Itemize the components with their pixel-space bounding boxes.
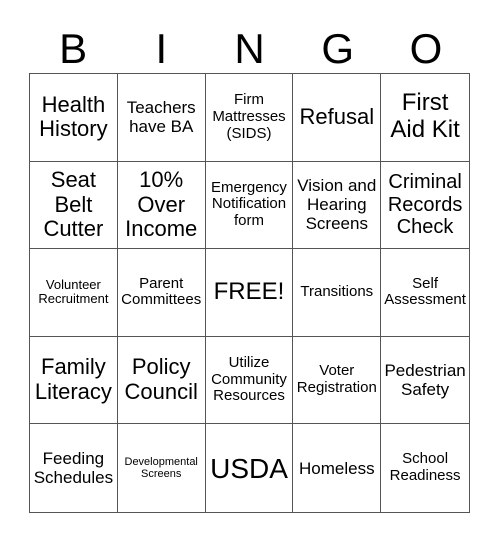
header-letter-i: I: [155, 25, 168, 72]
bingo-cell[interactable]: First Aid Kit: [381, 74, 469, 162]
bingo-cell[interactable]: Voter Registration: [293, 336, 382, 425]
bingo-cell[interactable]: Pedestrian Safety: [381, 337, 469, 425]
bingo-cell[interactable]: School Readiness: [381, 424, 469, 512]
bingo-cell[interactable]: Parent Committees: [117, 249, 206, 337]
bingo-grid: Health History Teachers have BA Firm Mat…: [29, 73, 470, 513]
bingo-cell[interactable]: Homeless: [293, 424, 382, 512]
bingo-cell[interactable]: Self Assessment: [381, 249, 469, 337]
bingo-cell[interactable]: Developmental Screens: [118, 424, 206, 512]
bingo-cell[interactable]: Criminal Records Check: [381, 162, 469, 250]
bingo-cell[interactable]: Teachers have BA: [117, 74, 206, 162]
bingo-cell[interactable]: Utilize Community Resources: [205, 336, 294, 425]
bingo-cell[interactable]: Volunteer Recruitment: [30, 249, 118, 337]
bingo-cell[interactable]: Refusal: [293, 74, 382, 162]
bingo-cell[interactable]: 10% Over Income: [117, 161, 206, 250]
bingo-cell[interactable]: Family Literacy: [30, 336, 118, 425]
bingo-cell[interactable]: Feeding Schedules: [30, 424, 118, 512]
bingo-cell[interactable]: Vision and Hearing Screens: [293, 161, 382, 250]
bingo-cell[interactable]: Transitions: [293, 249, 382, 337]
bingo-cell[interactable]: Emergency Notification form: [205, 161, 294, 250]
header-letter-o: O: [409, 25, 443, 72]
bingo-cell[interactable]: USDA: [206, 424, 294, 512]
header-letter-n: N: [234, 25, 265, 72]
bingo-cell[interactable]: Firm Mattresses (SIDS): [205, 74, 294, 162]
bingo-cell[interactable]: Seat Belt Cutter: [30, 161, 118, 250]
free-space[interactable]: FREE!: [205, 249, 294, 337]
bingo-cell[interactable]: Policy Council: [117, 336, 206, 425]
header-letter-b: B: [59, 25, 88, 72]
bingo-header: B I N G O: [29, 26, 470, 72]
bingo-cell[interactable]: Health History: [30, 74, 118, 162]
header-letter-g: G: [321, 25, 355, 72]
